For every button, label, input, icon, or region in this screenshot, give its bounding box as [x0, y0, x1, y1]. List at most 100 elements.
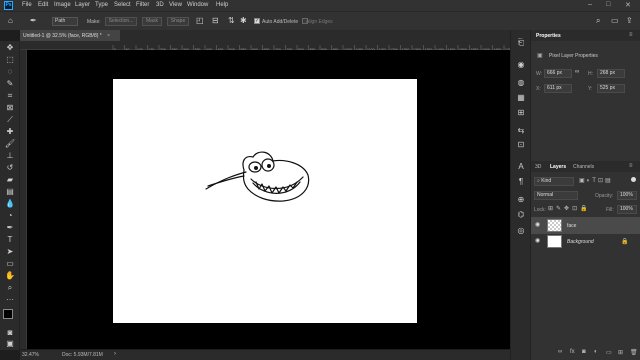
layer-visibility-eye-icon[interactable]: ◉ [535, 238, 542, 244]
healing-brush-tool-icon[interactable]: ✚ [4, 127, 16, 137]
paths-panel-icon[interactable]: ◎ [516, 226, 526, 236]
width-field[interactable]: 666 px [544, 69, 572, 78]
filter-toggle-icon[interactable] [631, 177, 636, 182]
layers-panel-menu-icon[interactable]: ≡ [629, 163, 633, 169]
zoom-level[interactable]: 32.47% [22, 352, 39, 358]
make-shape-button[interactable]: Shape [167, 17, 189, 26]
tab-3d[interactable]: 3D [535, 164, 541, 170]
menu-image[interactable]: Image [54, 2, 71, 8]
link-dimensions-icon[interactable]: ∞ [575, 69, 579, 75]
patterns-panel-icon[interactable]: ⊞ [516, 108, 526, 118]
path-selection-tool-icon[interactable]: ➤ [4, 247, 16, 257]
adjustments-panel-icon[interactable]: ⇆ [516, 126, 526, 136]
menu-type[interactable]: Type [95, 2, 108, 8]
dodge-tool-icon[interactable]: ◔ [4, 211, 16, 221]
brushes-panel-icon[interactable]: ⌬ [516, 210, 526, 220]
zoom-tool-icon[interactable]: ⌕ [4, 283, 16, 293]
history-brush-tool-icon[interactable]: ↺ [4, 163, 16, 173]
menu-select[interactable]: Select [114, 2, 131, 8]
gradients-panel-icon[interactable]: ▦ [516, 93, 526, 103]
clone-stamp-tool-icon[interactable]: ⊥ [4, 151, 16, 161]
workspace-icon[interactable]: ▭ [611, 16, 619, 25]
history-panel-icon[interactable]: ⎗ [516, 38, 526, 48]
opacity-field[interactable]: 100% [617, 191, 637, 200]
path-arrangement-icon[interactable]: ⇅ [228, 16, 235, 25]
adjustment-layer-icon[interactable]: ◐ [594, 349, 598, 355]
link-layers-icon[interactable]: ∞ [558, 349, 562, 355]
lock-icons[interactable]: ⊞✎✥⊡🔒 [548, 205, 591, 212]
menu-window[interactable]: Window [187, 2, 208, 8]
layer-row-background[interactable]: ◉ Background 🔒 [531, 233, 640, 250]
layer-visibility-eye-icon[interactable]: ◉ [535, 222, 542, 228]
pen-tool-preset-icon[interactable]: ✒ [30, 16, 37, 25]
home-icon[interactable]: ⌂ [8, 16, 13, 25]
pen-mode-select[interactable]: Path [52, 17, 78, 26]
add-mask-icon[interactable]: ◙ [582, 349, 586, 355]
blend-mode-select[interactable]: Normal [534, 191, 578, 200]
character-panel-icon[interactable]: A [516, 162, 526, 172]
color-panel-icon[interactable]: ◉ [516, 60, 526, 70]
menu-file[interactable]: File [22, 2, 32, 8]
libraries-panel-icon[interactable]: ⊡ [516, 140, 526, 150]
x-field[interactable]: 611 px [544, 84, 572, 93]
y-field[interactable]: 525 px [597, 84, 625, 93]
frame-tool-icon[interactable]: ⊠ [4, 103, 16, 113]
document-tab[interactable]: Untitled-1 @ 32.5% (face, RGB/8) * × [20, 30, 120, 41]
brush-tool-icon[interactable]: 🖌 [4, 139, 16, 149]
settings-gear-icon[interactable]: ✱ [240, 16, 247, 25]
paragraph-panel-icon[interactable]: ¶ [516, 177, 526, 187]
move-tool-icon[interactable]: ✥ [4, 43, 16, 53]
rectangle-tool-icon[interactable]: ▭ [4, 259, 16, 269]
height-field[interactable]: 268 px [597, 69, 625, 78]
eyedropper-tool-icon[interactable]: ⟋ [4, 115, 16, 125]
crop-tool-icon[interactable]: ⌗ [4, 91, 16, 101]
more-tools-icon[interactable]: ··· [4, 295, 16, 305]
panel-menu-icon[interactable]: ≡ [629, 32, 633, 38]
screen-mode-icon[interactable]: ▣ [4, 339, 16, 349]
menu-help[interactable]: Help [216, 2, 228, 8]
blur-tool-icon[interactable]: 💧 [4, 199, 16, 209]
document-size-info[interactable]: Doc: 5.93M/7.81M [62, 352, 103, 358]
make-selection-button[interactable]: Selection... [105, 17, 137, 26]
layer-name-background[interactable]: Background [567, 239, 594, 245]
tab-layers[interactable]: Layers [550, 164, 566, 170]
menu-3d[interactable]: 3D [156, 2, 164, 8]
new-group-icon[interactable]: ▭ [606, 349, 612, 356]
status-menu-chevron-icon[interactable]: › [114, 351, 116, 357]
marquee-tool-icon[interactable]: ⬚ [4, 55, 16, 65]
close-tab-icon[interactable]: × [107, 33, 110, 39]
menu-edit[interactable]: Edit [38, 2, 48, 8]
menu-layer[interactable]: Layer [75, 2, 90, 8]
search-icon[interactable]: ⌕ [596, 16, 600, 26]
layer-name-face[interactable]: face [567, 223, 576, 229]
share-icon[interactable]: ⇪ [626, 16, 633, 25]
path-alignment-icon[interactable]: ⊟ [212, 16, 219, 25]
hand-tool-icon[interactable]: ✋ [4, 271, 16, 281]
tab-channels[interactable]: Channels [573, 164, 594, 170]
layer-filter-icons[interactable]: ▣◐T⊡▤ [579, 177, 613, 184]
lasso-tool-icon[interactable]: ◌ [4, 67, 16, 77]
pen-tool-icon[interactable]: ✒ [4, 223, 16, 233]
foreground-color-swatch[interactable] [3, 309, 13, 319]
maximize-icon[interactable]: □ [606, 1, 610, 8]
document-canvas[interactable] [113, 79, 417, 323]
eraser-tool-icon[interactable]: ▰ [4, 175, 16, 185]
layer-row-face[interactable]: ◉ face [531, 217, 640, 234]
close-icon[interactable]: ✕ [625, 1, 631, 9]
menu-filter[interactable]: Filter [136, 2, 149, 8]
quick-mask-icon[interactable]: ◙ [4, 328, 16, 338]
type-tool-icon[interactable]: T [4, 235, 16, 245]
tab-properties[interactable]: Properties [536, 33, 561, 39]
menu-view[interactable]: View [169, 2, 182, 8]
make-mask-button[interactable]: Mask [142, 17, 162, 26]
layer-filter-select[interactable]: ⌕ Kind [534, 177, 574, 186]
swatches-panel-icon[interactable]: ◍ [516, 78, 526, 88]
new-layer-icon[interactable]: ⊞ [618, 349, 623, 356]
glyphs-panel-icon[interactable]: ⊕ [516, 195, 526, 205]
delete-layer-icon[interactable]: 🗑 [630, 349, 638, 356]
layer-style-icon[interactable]: fx [570, 349, 575, 355]
path-operations-icon[interactable]: ◰ [196, 16, 204, 25]
fill-field[interactable]: 100% [617, 205, 637, 214]
gradient-tool-icon[interactable]: ▤ [4, 187, 16, 197]
quick-select-tool-icon[interactable]: ✎ [4, 79, 16, 89]
